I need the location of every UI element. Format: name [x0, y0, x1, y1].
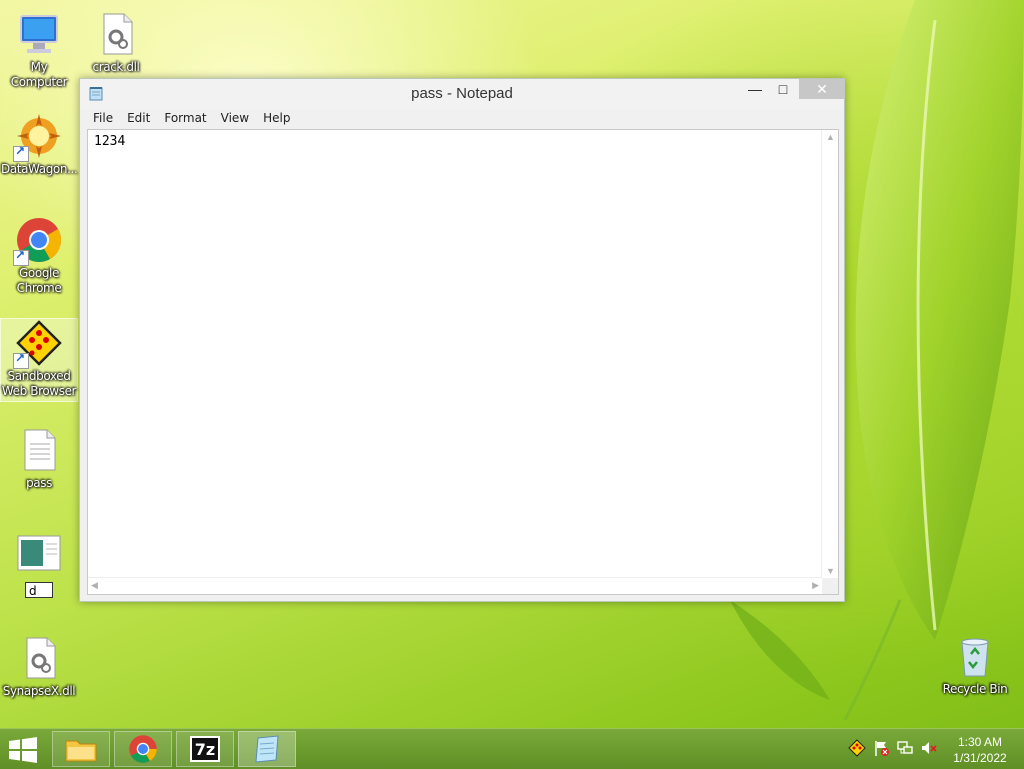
scroll-right-icon[interactable]: ▶	[812, 580, 819, 591]
desktop-icon-label: My Computer	[10, 60, 68, 89]
windows-start-icon[interactable]	[8, 737, 38, 763]
desktop-icon-label: crack.dll	[92, 60, 140, 74]
menu-file[interactable]: File	[86, 109, 120, 129]
action-center-flag-icon[interactable]	[872, 739, 890, 757]
recycle-bin-icon	[951, 632, 999, 680]
taskbar-notepad[interactable]	[238, 731, 296, 767]
desktop-icon-label: DataWagon...	[1, 162, 78, 176]
minimize-button[interactable]: —	[742, 79, 768, 99]
computer-icon	[15, 10, 63, 58]
shortcut-arrow-icon	[13, 248, 29, 266]
network-icon[interactable]	[896, 739, 914, 757]
sandboxie-tray-icon[interactable]	[848, 739, 866, 757]
text-file-icon	[15, 426, 63, 474]
desktop-icon-label: pass	[26, 476, 52, 490]
document-text[interactable]: 1234	[94, 134, 125, 149]
dll-file-icon	[15, 634, 63, 682]
image-file-icon	[15, 530, 63, 578]
text-editor-area[interactable]: 1234 ▲ ▼ ◀ ▶	[87, 129, 839, 595]
datawagon-icon	[13, 112, 63, 162]
taskbar-7zip[interactable]: 7z	[176, 731, 234, 767]
desktop-icon-label: Google Chrome	[16, 266, 62, 295]
menu-view[interactable]: View	[214, 109, 256, 129]
menu-format[interactable]: Format	[157, 109, 213, 129]
taskbar: 7z 1:30 AM 1/31/2022	[0, 728, 1024, 769]
clock-time: 1:30 AM	[957, 735, 1003, 749]
chrome-icon	[13, 216, 63, 266]
7zip-icon: 7z	[190, 736, 220, 762]
shortcut-arrow-icon	[13, 351, 29, 369]
vertical-scrollbar[interactable]: ▲ ▼	[821, 130, 838, 578]
desktop-icon-label: Recycle Bin	[942, 682, 1008, 696]
rename-input[interactable]: d	[25, 582, 53, 598]
volume-muted-icon[interactable]	[920, 739, 938, 757]
svg-text:7z: 7z	[195, 740, 215, 759]
desktop-icon-sandboxed-web-browser[interactable]: Sandboxed Web Browser	[0, 318, 78, 402]
desktop-icon-my-computer[interactable]: My Computer	[1, 10, 77, 90]
desktop-icon-synapsex-dll[interactable]: SynapseX.dll	[1, 634, 77, 699]
desktop-icon-renaming[interactable]: d	[1, 530, 77, 598]
scroll-up-icon[interactable]: ▲	[826, 132, 835, 142]
horizontal-scrollbar[interactable]: ◀ ▶	[88, 577, 822, 594]
sandboxie-icon	[13, 319, 63, 369]
title-bar[interactable]: pass - Notepad — □ ✕	[80, 79, 845, 109]
window-title: pass - Notepad	[411, 85, 513, 102]
desktop-icon-label: Sandboxed Web Browser	[1, 369, 77, 398]
taskbar-chrome[interactable]	[114, 731, 172, 767]
notepad-window[interactable]: pass - Notepad — □ ✕ File Edit Format Vi…	[79, 78, 845, 602]
desktop-icon-google-chrome[interactable]: Google Chrome	[1, 216, 77, 296]
dll-file-icon	[92, 10, 140, 58]
menu-bar: File Edit Format View Help	[86, 109, 297, 129]
system-clock[interactable]: 1:30 AM 1/31/2022	[944, 734, 1016, 766]
desktop-icon-recycle-bin[interactable]: Recycle Bin	[937, 632, 1013, 697]
menu-help[interactable]: Help	[256, 109, 297, 129]
notepad-icon	[255, 735, 279, 763]
scroll-left-icon[interactable]: ◀	[91, 580, 98, 591]
menu-edit[interactable]: Edit	[120, 109, 157, 129]
clock-date: 1/31/2022	[953, 751, 1007, 765]
size-grip[interactable]	[822, 578, 838, 594]
desktop-icon-crack-dll[interactable]: crack.dll	[78, 10, 154, 75]
folder-icon	[65, 740, 97, 762]
close-button[interactable]: ✕	[799, 79, 845, 99]
desktop-icon-label: SynapseX.dll	[2, 684, 76, 698]
shortcut-arrow-icon	[13, 144, 29, 162]
scroll-down-icon[interactable]: ▼	[826, 566, 835, 576]
desktop-icon-pass[interactable]: pass	[1, 426, 77, 491]
maximize-button[interactable]: □	[770, 79, 796, 99]
desktop-icon-datawagon[interactable]: DataWagon...	[1, 112, 78, 177]
taskbar-file-explorer[interactable]	[52, 731, 110, 767]
chrome-icon	[129, 735, 157, 763]
